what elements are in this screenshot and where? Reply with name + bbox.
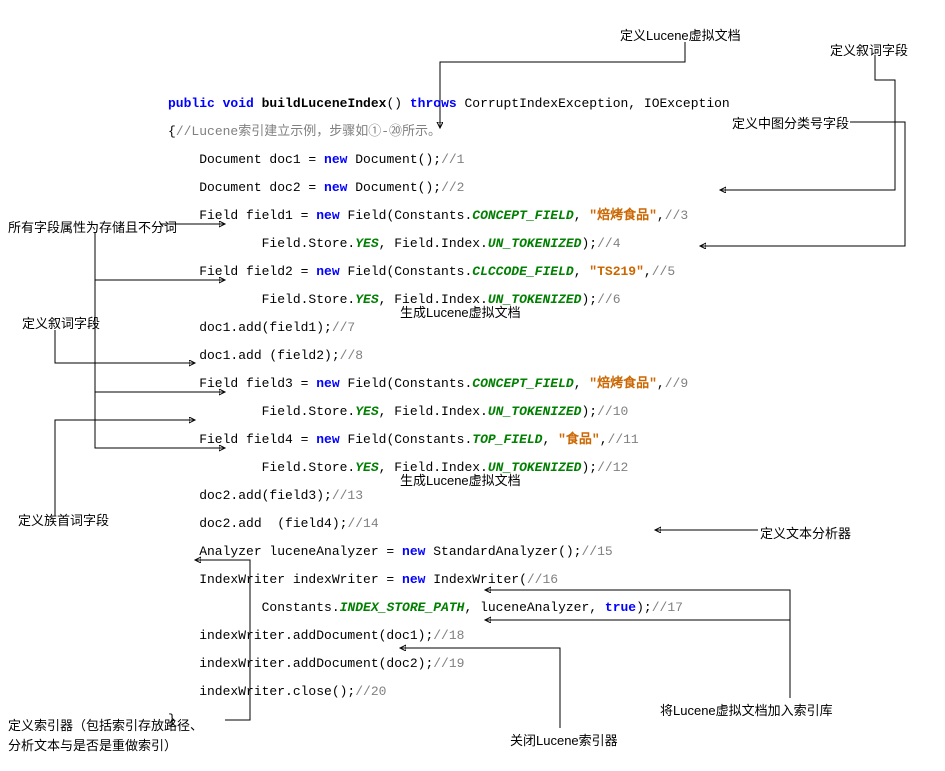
code-line-15: Analyzer luceneAnalyzer = new StandardAn… bbox=[168, 538, 730, 566]
anno-define-concept-field: 定义叙词字段 bbox=[830, 40, 908, 59]
anno-define-lucene-doc: 定义Lucene虚拟文档 bbox=[620, 25, 741, 44]
code-line-11: Field field4 = new Field(Constants.TOP_F… bbox=[168, 426, 730, 454]
code-line-2: Document doc2 = new Document();//2 bbox=[168, 174, 730, 202]
code-line-12: Field.Store.YES, Field.Index.UN_TOKENIZE… bbox=[168, 454, 730, 482]
figure: 定义Lucene虚拟文档 定义叙词字段 定义中图分类号字段 所有字段属性为存储且… bbox=[0, 0, 945, 771]
code-line-4: Field.Store.YES, Field.Index.UN_TOKENIZE… bbox=[168, 230, 730, 258]
code-line-17: Constants.INDEX_STORE_PATH, luceneAnalyz… bbox=[168, 594, 730, 622]
anno-define-clccode-field: 定义中图分类号字段 bbox=[732, 113, 849, 132]
anno-define-top-field: 定义族首词字段 bbox=[18, 510, 109, 529]
code-line-1: Document doc1 = new Document();//1 bbox=[168, 146, 730, 174]
code-line-7: doc1.add(field1);//7 bbox=[168, 314, 730, 342]
code-open-brace: {//Lucene索引建立示例，步骤如①-⑳所示。 bbox=[168, 118, 730, 146]
code-line-5: Field field2 = new Field(Constants.CLCCO… bbox=[168, 258, 730, 286]
code-signature: public void buildLuceneIndex() throws Co… bbox=[168, 90, 730, 118]
code-line-6: Field.Store.YES, Field.Index.UN_TOKENIZE… bbox=[168, 286, 730, 314]
anno-define-indexer-2: 分析文本与是否是重做索引） bbox=[8, 735, 177, 754]
code-close-brace: } bbox=[168, 706, 730, 734]
code-line-13: doc2.add(field3);//13 bbox=[168, 482, 730, 510]
code-line-18: indexWriter.addDocument(doc1);//18 bbox=[168, 622, 730, 650]
code-line-10: Field.Store.YES, Field.Index.UN_TOKENIZE… bbox=[168, 398, 730, 426]
anno-store-not-tokenized: 所有字段属性为存储且不分词 bbox=[8, 217, 177, 236]
code-line-9: Field field3 = new Field(Constants.CONCE… bbox=[168, 370, 730, 398]
code-line-16: IndexWriter indexWriter = new IndexWrite… bbox=[168, 566, 730, 594]
code-line-8: doc1.add (field2);//8 bbox=[168, 342, 730, 370]
anno-define-concept-field-2: 定义叙词字段 bbox=[22, 313, 100, 332]
anno-define-analyzer: 定义文本分析器 bbox=[760, 523, 851, 542]
code-line-3: Field field1 = new Field(Constants.CONCE… bbox=[168, 202, 730, 230]
code-line-14: doc2.add (field4);//14 bbox=[168, 510, 730, 538]
code-line-19: indexWriter.addDocument(doc2);//19 bbox=[168, 650, 730, 678]
code-line-20: indexWriter.close();//20 bbox=[168, 678, 730, 706]
code-block: public void buildLuceneIndex() throws Co… bbox=[168, 90, 730, 734]
